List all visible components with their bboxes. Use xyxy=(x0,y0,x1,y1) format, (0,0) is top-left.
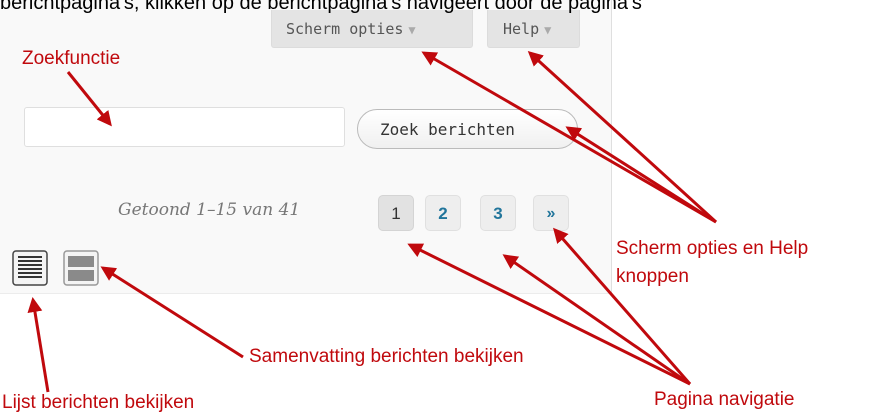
screenshot-stage: Scherm opties ▼ Help ▼ Zoek berichten Geto… xyxy=(0,0,882,415)
dropdown-arrow-icon: ▼ xyxy=(544,23,552,37)
list-view-icon[interactable] xyxy=(12,250,48,286)
annotation-excerpt-view: Samenvatting berichten bekijken xyxy=(249,346,524,367)
dropdown-arrow-icon: ▼ xyxy=(408,23,416,37)
page-2-button[interactable]: 2 xyxy=(425,195,461,231)
instruction-text: berichtpagina's, klikken op de berichtpa… xyxy=(0,0,642,14)
arrow-to-list-view xyxy=(27,297,50,393)
page-3-button[interactable]: 3 xyxy=(480,195,516,231)
annotation-screen-options-help: Scherm opties en Help knoppen xyxy=(616,238,809,287)
page-1-button[interactable]: 1 xyxy=(378,195,414,231)
annotation-search-function: Zoekfunctie xyxy=(22,48,121,69)
displaying-count: Getoond 1–15 van 41 xyxy=(118,200,301,220)
help-label: Help xyxy=(503,20,540,38)
excerpt-view-icon[interactable] xyxy=(63,250,99,286)
next-page-button[interactable]: » xyxy=(533,195,569,231)
annotation-list-view: Lijst berichten bekijken xyxy=(2,392,195,413)
annotation-page-navigation: Pagina navigatie xyxy=(654,389,795,410)
screen-options-label: Scherm opties xyxy=(286,20,404,38)
help-button[interactable]: Help ▼ xyxy=(487,10,580,48)
search-input[interactable] xyxy=(24,107,345,147)
search-posts-button[interactable]: Zoek berichten xyxy=(357,109,578,149)
screen-options-button[interactable]: Scherm opties ▼ xyxy=(271,10,473,48)
